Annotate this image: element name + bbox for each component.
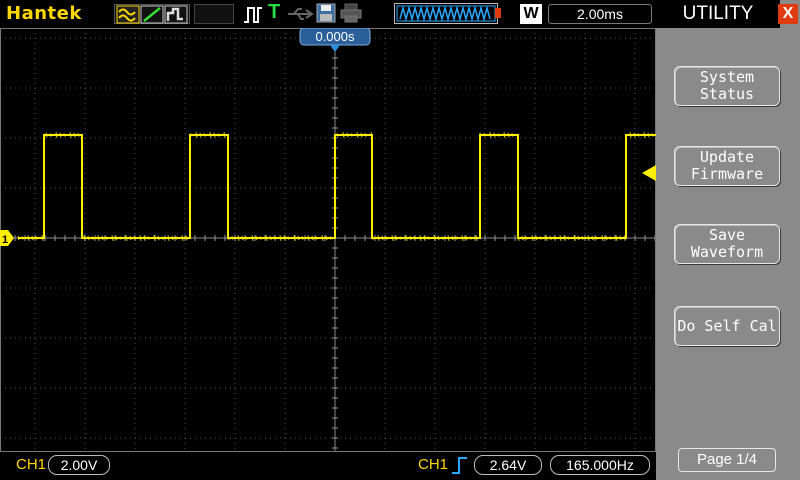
ch1-label: CH1	[16, 456, 47, 473]
trigger-edge-icon	[244, 7, 262, 23]
trigger-level-value[interactable]: 2.64V	[474, 455, 542, 475]
trigger-source-label: CH1	[418, 456, 449, 473]
usb-icon	[288, 8, 314, 20]
memory-waveform-icon	[394, 3, 501, 24]
ch1-ground-marker[interactable]: 1	[0, 230, 14, 246]
trigger-position-marker[interactable]: 0.000s	[299, 28, 371, 52]
save-icon[interactable]	[316, 3, 336, 23]
system-status-button[interactable]: System Status	[674, 66, 780, 106]
timebase-readout[interactable]: 2.00ms	[548, 4, 652, 24]
blank-status-slot	[194, 4, 234, 24]
run-status-icon: T	[268, 1, 281, 23]
trigger-offset-value: 0.000s	[315, 29, 355, 44]
page-indicator-button[interactable]: Page 1/4	[678, 448, 776, 472]
timebase-mode-badge: W	[520, 4, 542, 24]
print-icon[interactable]	[340, 3, 362, 23]
frequency-readout: 165.000Hz	[550, 455, 650, 475]
trigger-level-marker[interactable]	[642, 165, 656, 181]
close-menu-button[interactable]: X	[778, 4, 798, 24]
ch1-waveform-trace	[18, 134, 656, 239]
brand-logo: Hantek	[6, 3, 82, 24]
rising-edge-icon	[452, 457, 467, 474]
menu-title: UTILITY	[656, 0, 780, 28]
update-firmware-button[interactable]: Update Firmware	[674, 146, 780, 186]
acquire-mode-icon[interactable]	[114, 4, 190, 24]
ch1-volts-per-div[interactable]: 2.00V	[48, 455, 110, 475]
top-status-bar: Hantek T W 2.00ms	[0, 0, 656, 28]
save-waveform-button[interactable]: Save Waveform	[674, 224, 780, 264]
waveform-display[interactable]: 0.000s 1	[0, 28, 656, 452]
ch1-marker-label: 1	[2, 234, 8, 246]
do-self-cal-button[interactable]: Do Self Cal	[674, 306, 780, 346]
utility-menu-panel: UTILITY X System Status Update Firmware …	[656, 0, 800, 480]
